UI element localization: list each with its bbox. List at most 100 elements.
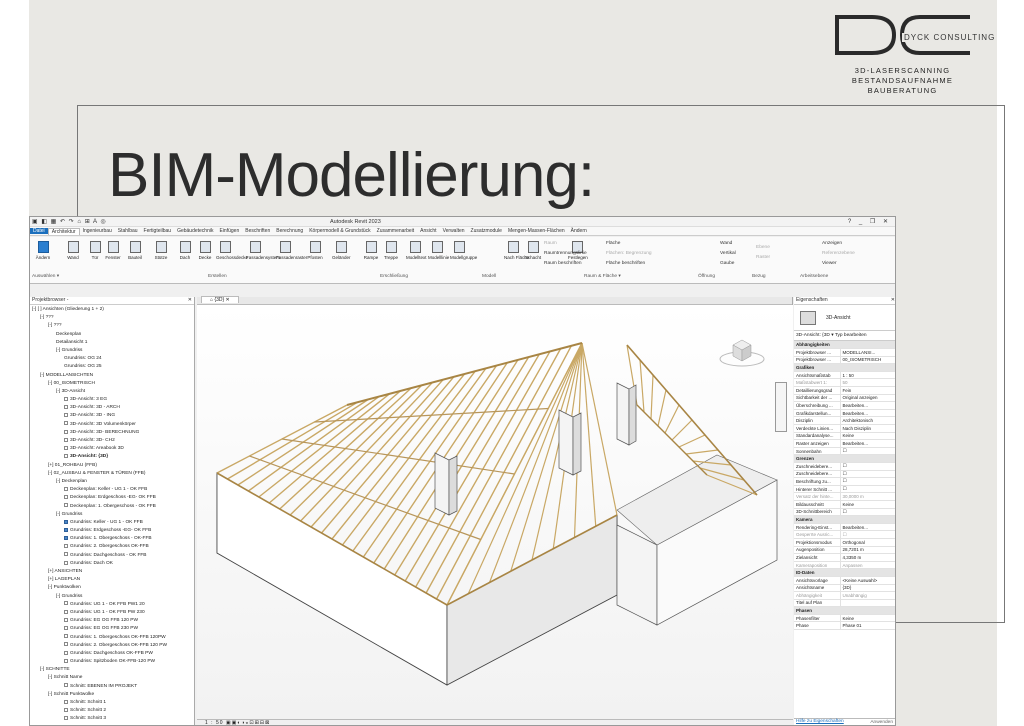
view-scale[interactable]: 1 : 50 — [205, 720, 224, 725]
tree-item[interactable]: Grundriss: OG 24 — [30, 355, 194, 363]
property-value[interactable]: Orthogonal — [840, 538, 895, 547]
property-value[interactable]: Architektonisch — [840, 416, 895, 426]
tree-item[interactable]: Schnitt: Schnitt 1 — [30, 699, 194, 707]
ribbon-small-button[interactable]: Vertikal — [720, 251, 736, 256]
property-value[interactable]: Anpassen — [840, 561, 895, 570]
tree-item[interactable]: [-] ??? — [30, 322, 194, 330]
ribbon-small-button[interactable]: Raumtrennungslinie — [544, 251, 587, 256]
tree-item[interactable]: Grundriss: OG 25 — [30, 363, 194, 371]
tree-item[interactable]: Deckenplan: Keller - UG 1 - OK FFB — [30, 486, 194, 494]
property-value[interactable]: <Keine Auswahl> — [840, 576, 895, 585]
property-row[interactable]: Projektionsmodus Orthogonal — [794, 538, 895, 547]
tree-item[interactable]: Schnitt: Schnitt 2 — [30, 707, 194, 715]
tree-item[interactable]: [-] ??? — [30, 314, 194, 322]
tree-item[interactable]: [-] 00_ISOMETRISCH — [30, 380, 194, 388]
property-group[interactable]: Kamera — [794, 515, 895, 524]
tree-item[interactable]: Grundriss: 1. Obergeschoss - OK-FFB — [30, 535, 194, 543]
tree-item[interactable]: Grundriss: Dach OK — [30, 560, 194, 568]
tree-item[interactable]: 3D-Ansicht: 3D- BERECHNUNG — [30, 429, 194, 437]
property-row[interactable]: 3D-Schnittbereich ☐ — [794, 508, 895, 517]
tree-item[interactable]: 3D-Ansicht: 3 EG — [30, 396, 194, 404]
ribbon-button[interactable]: Wand — [64, 240, 82, 270]
property-value[interactable]: Bearbeiten... — [840, 409, 895, 418]
view-tab-3d[interactable]: ⌂ {3D} ✕ — [201, 296, 239, 303]
quick-access-toolbar[interactable]: ▣ ◧ ▦ ↶ ↷ ⌂ ⊞ A ◎ — [32, 218, 107, 225]
property-row[interactable]: Detaillierungsgrad Fein — [794, 386, 895, 395]
property-value[interactable]: Phase 01 — [840, 621, 895, 631]
ribbon-button[interactable]: Rampe — [362, 240, 380, 270]
property-value[interactable]: 30,0000 m — [840, 492, 895, 501]
apply-button[interactable]: Anwenden — [870, 720, 893, 725]
tab-ansicht[interactable]: Ansicht — [417, 228, 439, 234]
property-row[interactable]: Rendering-Einst... Bearbeiten... — [794, 523, 895, 532]
property-value[interactable]: Unabhängig — [840, 591, 895, 600]
tree-item[interactable]: [+] LAGEPLAN — [30, 576, 194, 584]
property-row[interactable]: Titel auf Plan — [794, 599, 895, 608]
tree-item[interactable]: Grundriss: Erdgeschoss -EG- OK FFB — [30, 527, 194, 535]
property-row[interactable]: Überschreibung ... Bearbeiten... — [794, 401, 895, 410]
property-value[interactable]: Bearbeiten... — [840, 401, 895, 410]
tree-item[interactable]: [-] Grundriss — [30, 347, 194, 355]
property-row[interactable]: Augenposition 28,7201 m — [794, 546, 895, 555]
ribbon-small-button[interactable]: Gaube — [720, 261, 734, 266]
property-row[interactable]: Kameraposition Anpassen — [794, 561, 895, 570]
ribbon-small-button[interactable]: Wand — [720, 241, 732, 246]
tree-item[interactable]: [+] 01_ROHBAU (FFB) — [30, 462, 194, 470]
ribbon-button[interactable]: Modelllinie — [428, 240, 449, 270]
property-row[interactable]: Raster anzeigen Bearbeiten... — [794, 439, 895, 448]
ribbon-button[interactable]: Schacht — [524, 240, 542, 270]
tree-item[interactable]: Schnitt: Schnitt 3 — [30, 715, 194, 723]
property-value[interactable]: MODELLANSI... — [840, 348, 895, 357]
ribbon-small-button[interactable]: Flächen: Begrenzung — [606, 251, 652, 256]
property-row[interactable]: Ansichtsmaßstab 1 : 50 — [794, 371, 895, 380]
tab-mengen-massen-flächen[interactable]: Mengen-Massen-Flächen — [505, 228, 568, 234]
tab-einfügen[interactable]: Einfügen — [216, 228, 242, 234]
property-value[interactable]: Keine — [840, 614, 895, 623]
tree-item[interactable]: [-] Punktwolken — [30, 584, 194, 592]
tree-item[interactable]: Grundriss: 1. Obergeschoss OK-FFB 120PW — [30, 634, 194, 642]
ribbon-button[interactable]: Fassadenraster — [276, 240, 307, 270]
roof-model-drawing[interactable] — [197, 305, 793, 719]
tab-stahlbau[interactable]: Stahlbau — [115, 228, 141, 234]
tree-item[interactable]: [-] 3D-Ansicht — [30, 388, 194, 396]
close-icon[interactable]: ✕ — [188, 297, 192, 303]
property-group[interactable]: Phasen — [794, 606, 895, 615]
property-row[interactable]: Sonnenbahn ☐ — [794, 447, 895, 456]
property-row[interactable]: Projektbrowser ... MODELLANSI... — [794, 348, 895, 357]
property-row[interactable]: Bildausschnitt Keine — [794, 500, 895, 509]
property-value[interactable]: 50 — [840, 378, 895, 388]
tab-beschriften[interactable]: Beschriften — [242, 228, 273, 234]
ribbon-button[interactable]: Dach — [176, 240, 194, 270]
property-value[interactable]: Fein — [840, 386, 895, 395]
property-value[interactable]: 4,3350 m — [840, 553, 895, 562]
property-value[interactable]: 00_ISOMETRISCH — [840, 356, 895, 365]
tree-item[interactable]: [-] 02_AUSBAU & FENSTER & TÜREN (FFB) — [30, 470, 194, 478]
type-selector[interactable]: 3D-Ansicht — [794, 305, 895, 331]
property-value[interactable]: ☐ — [840, 477, 895, 486]
ribbon-small-button[interactable]: Anzeigen — [822, 241, 842, 246]
property-row[interactable]: Gesperrte Ausric... ☐ — [794, 530, 895, 539]
property-value[interactable]: Keine — [840, 500, 895, 509]
property-group[interactable]: Abhängigkeiten — [794, 341, 895, 350]
ribbon-button[interactable]: Ändern — [34, 240, 52, 270]
tab-gebäudetechnik[interactable]: Gebäudetechnik — [174, 228, 216, 234]
tab-ingenieurbau[interactable]: Ingenieurbau — [80, 228, 115, 234]
tree-item[interactable]: Deckenplan: Erdgeschoss -EG- OK FFB — [30, 494, 194, 502]
property-row[interactable]: Disziplin Architektonisch — [794, 416, 895, 426]
tab-fertigteilbau[interactable]: Fertigteilbau — [141, 228, 175, 234]
help-link[interactable]: Hilfe zu Eigenschaften — [796, 719, 844, 724]
property-row[interactable]: Zielansicht 4,3350 m — [794, 553, 895, 562]
tree-item[interactable]: [-] Schnitt Punktwolke — [30, 691, 194, 699]
tree-item[interactable]: Deckenplan — [30, 331, 194, 339]
property-value[interactable]: ☐ — [840, 508, 895, 517]
tree-item[interactable]: [-] Grundriss — [30, 511, 194, 519]
property-row[interactable]: Standardanalyse... Keine — [794, 432, 895, 441]
ribbon-small-button[interactable]: Fläche — [606, 241, 620, 246]
property-row[interactable]: Maßstabwert 1: 50 — [794, 378, 895, 388]
property-value[interactable]: Original anzeigen — [840, 394, 895, 403]
tree-item[interactable]: Grundriss: UG 1 - OK FFB PW1 20 — [30, 601, 194, 609]
view-control-icons[interactable]: ▣▣◐◑◒⊡⊞⊟⊠ — [226, 720, 270, 725]
ribbon-button[interactable]: Pfosten — [306, 240, 324, 270]
tree-item[interactable]: 3D-Ansicht: 3D- CH2 — [30, 437, 194, 445]
ribbon-small-button[interactable]: Referenzebene — [822, 251, 855, 256]
